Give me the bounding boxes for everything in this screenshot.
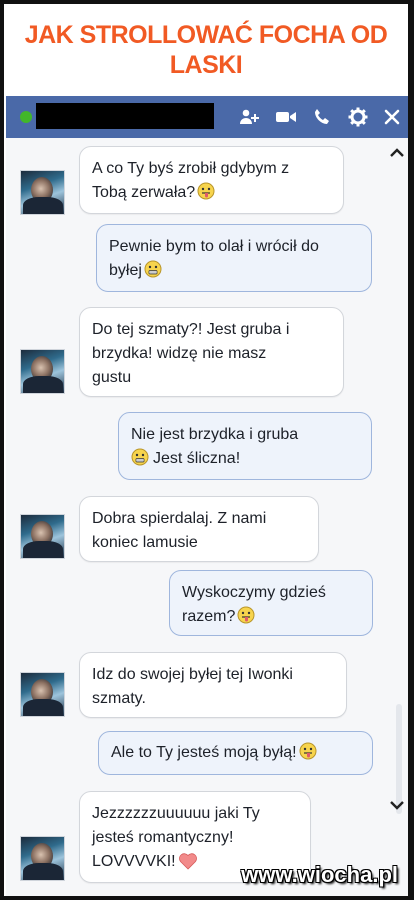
headline-line-1: JAK STROLLOWAĆ FOCHA OD [24, 21, 388, 49]
incoming-message-bubble: Do tej szmaty?! Jest gruba i brzydka! wi… [79, 307, 344, 397]
avatar [20, 170, 65, 215]
message-line: Idz do swojej byłej tej Iwonki [92, 666, 293, 683]
screenshot-frame: JAK STROLLOWAĆ FOCHA OD LASKI A co Ty by… [4, 4, 408, 896]
incoming-message-bubble: A co Ty byś zrobił gdybym z Tobą zerwała… [79, 146, 344, 214]
headline-line-2: LASKI [169, 51, 243, 79]
message-line: Pewnie bym to olał i wrócił do [109, 238, 319, 255]
outgoing-message-bubble: Nie jest brzydka i gruba Jest śliczna! [118, 412, 372, 480]
tongue-face-emoji-icon [197, 182, 215, 200]
message-line: A co Ty byś zrobił gdybym z [92, 160, 290, 177]
outgoing-message-bubble: Ale to Ty jesteś moją byłą! [98, 731, 373, 775]
redacted-contact-name [36, 103, 214, 129]
avatar [20, 514, 65, 559]
message-line: Ale to Ty jesteś moją byłą! [111, 744, 297, 761]
incoming-message-bubble: Dobra spierdalaj. Z nami koniec lamusie [79, 496, 319, 562]
avatar [20, 836, 65, 881]
message-line: gustu [92, 369, 132, 386]
message-line: byłej [109, 262, 142, 279]
headline: JAK STROLLOWAĆ FOCHA OD LASKI [4, 20, 408, 80]
message-line-with-emoji: byłej [109, 259, 359, 283]
message-line: razem? [182, 608, 236, 625]
message-line: Nie jest brzydka i gruba [131, 426, 299, 443]
tongue-face-emoji-icon [237, 606, 255, 624]
message-line: brzydka! widzę nie masz [92, 345, 267, 362]
message-line: Jest śliczna! [153, 450, 241, 467]
scroll-down-chevron-icon[interactable] [388, 796, 406, 814]
gear-icon[interactable] [346, 105, 370, 129]
message-line-with-emoji: Ale to Ty jesteś moją byłą! [111, 741, 360, 765]
message-line: Wyskoczymy gdzieś [182, 584, 326, 601]
message-line: jesteś romantyczny! [92, 829, 234, 846]
message-line: Dobra spierdalaj. Z nami [92, 510, 267, 527]
message-line: Tobą zerwała? [92, 184, 196, 201]
grin-face-emoji-icon [131, 448, 149, 466]
grin-face-emoji-icon [144, 260, 162, 278]
message-line-with-emoji: razem? [182, 605, 360, 629]
message-line: Jezzzzzzuuuuuu jaki Ty [92, 805, 260, 822]
scroll-up-chevron-icon[interactable] [388, 144, 406, 162]
tongue-face-emoji-icon [299, 742, 317, 760]
message-line: Do tej szmaty?! Jest gruba i [92, 321, 290, 338]
message-line: LOVVVVKI! [92, 853, 176, 870]
message-line-with-emoji: Jest śliczna! [131, 447, 359, 471]
close-icon[interactable] [380, 105, 404, 129]
watermark: www.wiocha.pl [241, 862, 398, 887]
add-friend-icon[interactable] [238, 105, 262, 129]
video-call-icon[interactable] [274, 105, 298, 129]
message-line: szmaty. [92, 690, 146, 707]
avatar [20, 349, 65, 394]
message-line: koniec lamusie [92, 534, 198, 551]
heart-emoji-icon [178, 852, 198, 870]
outgoing-message-bubble: Pewnie bym to olał i wrócił do byłej [96, 224, 372, 292]
incoming-message-bubble: Idz do swojej byłej tej Iwonki szmaty. [79, 652, 347, 718]
online-status-dot [20, 111, 32, 123]
chat-header-bar [6, 96, 408, 139]
outgoing-message-bubble: Wyskoczymy gdzieś razem? [169, 570, 373, 636]
phone-icon[interactable] [310, 105, 334, 129]
message-line-with-emoji: Tobą zerwała? [92, 181, 331, 205]
avatar [20, 672, 65, 717]
